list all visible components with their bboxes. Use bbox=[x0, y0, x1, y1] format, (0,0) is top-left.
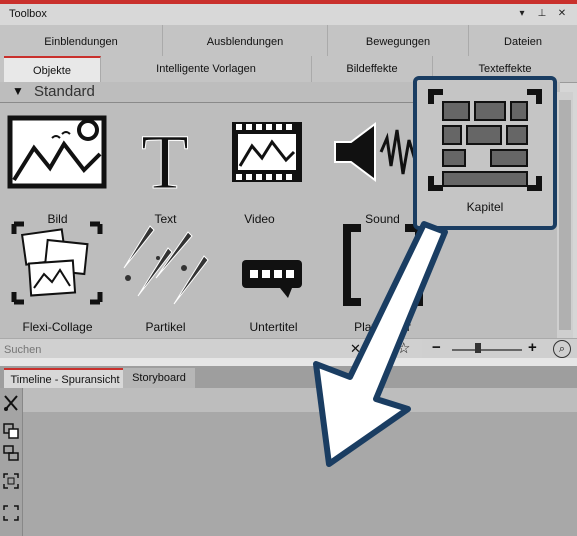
tab-dateien[interactable]: Dateien bbox=[469, 25, 577, 56]
chapter-icon bbox=[428, 89, 542, 191]
item-untertitel[interactable]: Untertitel bbox=[216, 218, 331, 338]
clear-search-icon[interactable]: ✕ bbox=[350, 341, 361, 357]
item-video[interactable]: Video bbox=[202, 110, 317, 230]
zoom-in-icon[interactable]: + bbox=[528, 339, 537, 356]
placeholder-bracket-icon bbox=[343, 224, 423, 306]
timeline-area[interactable] bbox=[0, 388, 577, 536]
zoom-controls: − + ⌕ bbox=[422, 338, 577, 359]
search-input[interactable] bbox=[2, 341, 346, 358]
particle-icon bbox=[123, 225, 209, 305]
zoom-out-icon[interactable]: − bbox=[432, 339, 441, 356]
expand-tool-icon[interactable] bbox=[2, 472, 20, 490]
search-bar: ✕ ☆ bbox=[0, 338, 422, 359]
divider bbox=[370, 339, 371, 359]
image-icon bbox=[7, 115, 107, 189]
toolbox-titlebar: Toolbox ▾ ⊥ ✕ bbox=[0, 4, 577, 25]
fit-tool-icon[interactable] bbox=[2, 504, 20, 522]
tab-ausblendungen[interactable]: Ausblendungen bbox=[163, 25, 328, 56]
tab-intelligente-vorlagen[interactable]: Intelligente Vorlagen bbox=[101, 56, 312, 82]
pin-icon[interactable]: ⊥ bbox=[536, 7, 548, 21]
section-label: Standard bbox=[34, 83, 95, 100]
timeline-ruler[interactable] bbox=[22, 388, 577, 412]
item-label: Kapitel bbox=[466, 200, 504, 214]
cut-tool-icon[interactable] bbox=[2, 394, 20, 412]
zoom-fit-icon[interactable]: ⌕ bbox=[553, 340, 571, 358]
close-icon[interactable]: ✕ bbox=[556, 7, 568, 21]
panel-separator bbox=[0, 358, 577, 366]
item-bild[interactable]: Bild bbox=[0, 110, 115, 230]
subtitle-icon bbox=[242, 260, 302, 298]
item-flexi-collage[interactable]: Flexi-Collage bbox=[0, 218, 115, 338]
favorites-star-icon[interactable]: ☆ bbox=[397, 339, 410, 357]
timeline-toolbar bbox=[0, 388, 23, 536]
tab-objekte[interactable]: Objekte bbox=[4, 56, 101, 82]
zoom-slider-thumb[interactable] bbox=[475, 343, 481, 353]
svg-text:T: T bbox=[141, 118, 189, 205]
item-label: Partikel bbox=[145, 320, 186, 334]
ungroup-tool-icon[interactable] bbox=[2, 444, 20, 462]
category-tabs-row1: Einblendungen Ausblendungen Bewegungen D… bbox=[0, 25, 577, 56]
collapse-triangle-icon[interactable]: ▼ bbox=[12, 84, 24, 98]
tab-bewegungen[interactable]: Bewegungen bbox=[328, 25, 469, 56]
scrollbar-thumb[interactable] bbox=[559, 100, 571, 330]
tab-storyboard[interactable]: Storyboard bbox=[123, 368, 195, 388]
item-partikel[interactable]: Partikel bbox=[108, 218, 223, 338]
item-label: Untertitel bbox=[249, 320, 298, 334]
timeline-tabbar: Timeline - Spuransicht Storyboard bbox=[0, 366, 577, 388]
window-title: Toolbox bbox=[9, 8, 47, 20]
item-platzhalter[interactable]: Platzhalter bbox=[325, 218, 440, 338]
zoom-slider-track[interactable] bbox=[452, 349, 522, 351]
group-tool-icon[interactable] bbox=[2, 422, 20, 440]
tab-einblendungen[interactable]: Einblendungen bbox=[0, 25, 163, 56]
collage-icon bbox=[11, 221, 103, 305]
film-icon bbox=[232, 122, 302, 182]
dropdown-icon[interactable]: ▾ bbox=[516, 7, 528, 21]
item-kapitel[interactable]: Kapitel bbox=[413, 76, 557, 230]
tab-timeline-spuransicht[interactable]: Timeline - Spuransicht bbox=[4, 368, 126, 388]
item-label: Platzhalter bbox=[354, 320, 411, 334]
item-label: Flexi-Collage bbox=[22, 320, 93, 334]
